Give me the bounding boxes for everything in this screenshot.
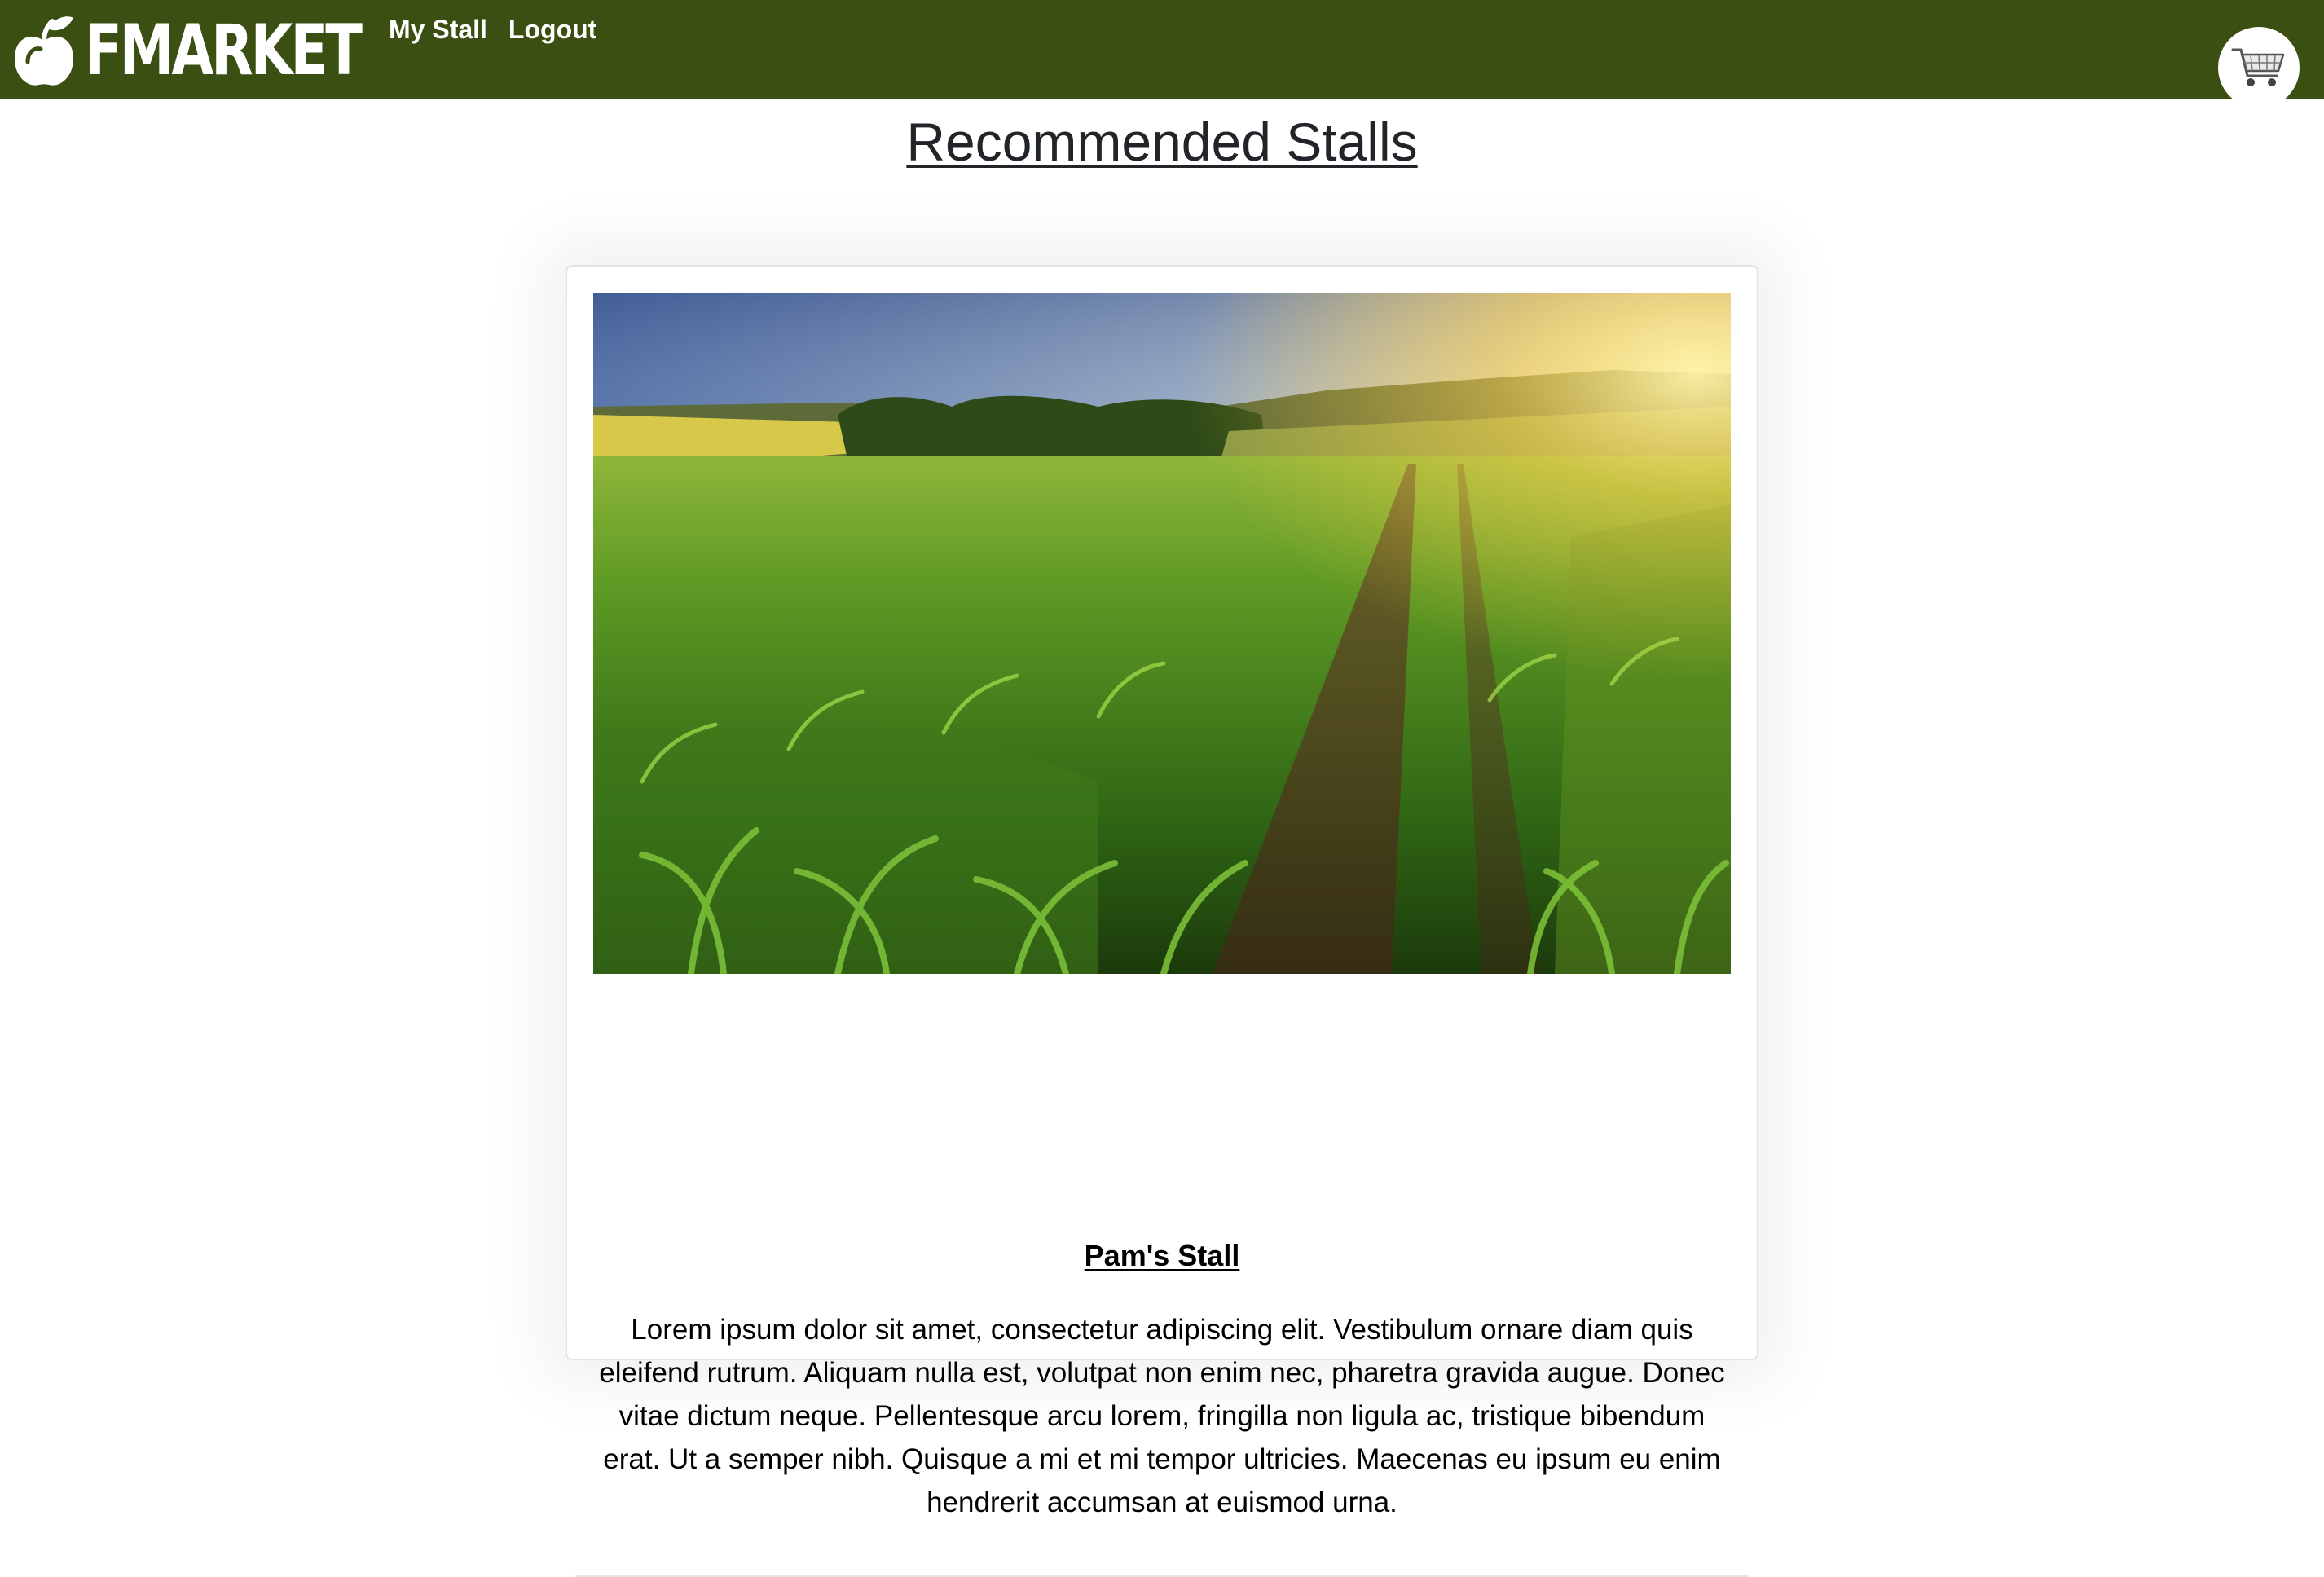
stall-image[interactable] xyxy=(593,293,1731,974)
nav-logout-link[interactable]: Logout xyxy=(508,15,596,45)
farm-field-image xyxy=(593,293,1731,974)
apple-icon xyxy=(15,16,73,86)
brand-name: FMARKET xyxy=(85,10,363,91)
cart-button[interactable] xyxy=(2218,27,2300,108)
brand-logo[interactable]: FMARKET xyxy=(11,11,438,90)
page-title: Recommended Stalls xyxy=(906,112,1418,172)
stall-name-link[interactable]: Pam's Stall xyxy=(567,1239,1757,1273)
stall-card: Pam's Stall Lorem ipsum dolor sit amet, … xyxy=(566,265,1758,1577)
top-navbar: FMARKET My Stall Logout xyxy=(0,0,2324,108)
nav-my-stall-link[interactable]: My Stall xyxy=(389,15,487,45)
nav-links: My Stall Logout xyxy=(389,15,596,45)
shopping-cart-icon xyxy=(2231,48,2285,86)
stall-description: Lorem ipsum dolor sit amet, consectetur … xyxy=(599,1314,1725,1518)
